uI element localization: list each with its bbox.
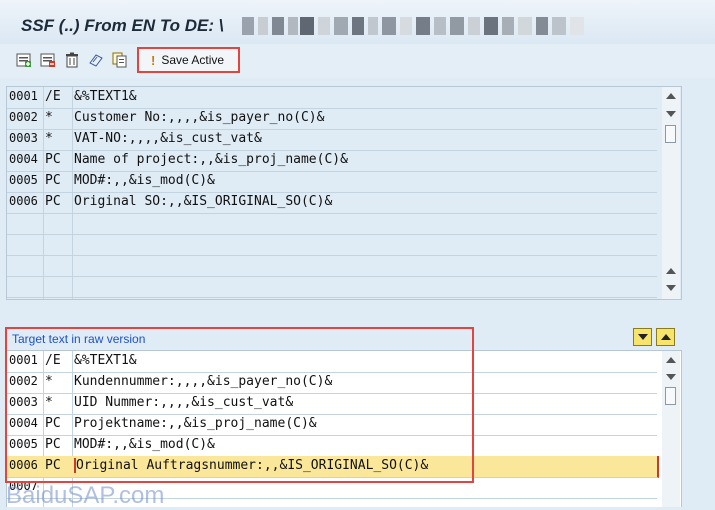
triangle-down-icon (638, 334, 648, 340)
table-row[interactable] (7, 213, 657, 235)
table-row[interactable] (7, 255, 657, 277)
table-row[interactable]: 0004 PC Name of project:,,&is_proj_name(C)… (7, 150, 657, 172)
table-row[interactable]: 0005 PC MOD#:,,&is_mod(C)& (7, 171, 657, 193)
save-active-label: Save Active (161, 53, 225, 67)
delete-line-icon[interactable] (40, 52, 56, 68)
line-number: 0002 (9, 110, 38, 124)
new-line-icon[interactable] (16, 52, 32, 68)
redaction-pixels (242, 17, 584, 35)
scroll-up-icon[interactable] (666, 93, 676, 99)
line-number: 0004 (9, 152, 38, 166)
source-scrollbar[interactable] (662, 87, 680, 299)
line-text[interactable]: &%TEXT1& (74, 89, 137, 104)
line-text[interactable]: MOD#:,,&is_mod(C)& (74, 173, 215, 188)
format-column: PC (45, 194, 61, 209)
trash-icon[interactable] (64, 52, 80, 68)
line-text[interactable]: Customer No:,,,,&is_payer_no(C)& (74, 110, 324, 125)
redacted-title-text (242, 17, 592, 35)
table-row[interactable] (7, 276, 657, 298)
line-number: 0005 (9, 173, 38, 187)
copy-icon[interactable] (112, 52, 128, 68)
format-column: /E (45, 89, 61, 104)
table-row[interactable] (7, 234, 657, 256)
line-number: 0003 (9, 131, 38, 145)
collapse-up-button[interactable] (656, 328, 675, 346)
window-title: SSF (..) From EN To DE: \ (21, 16, 224, 35)
scroll-down-icon[interactable] (666, 374, 676, 380)
table-row[interactable]: 0003 * VAT-NO:,,,,&is_cust_vat& (7, 129, 657, 151)
scroll-down-icon[interactable] (666, 111, 676, 117)
target-scrollbar[interactable] (662, 351, 680, 507)
triangle-up-icon (661, 334, 671, 340)
warning-icon: ! (151, 52, 156, 68)
format-column: * (45, 110, 53, 125)
scroll-thumb[interactable] (665, 387, 676, 405)
title-bar: SSF (..) From EN To DE: \ (0, 0, 715, 44)
toolbar (0, 44, 715, 78)
line-text[interactable]: Original SO:,,&IS_ORIGINAL_SO(C)& (74, 194, 332, 209)
collapse-down-button[interactable] (633, 328, 652, 346)
table-row[interactable]: 0002 * Customer No:,,,,&is_payer_no(C)& (7, 108, 657, 130)
scroll-up-icon[interactable] (666, 268, 676, 274)
table-row[interactable]: 0001/E &%TEXT1& (7, 87, 657, 109)
target-text-highlight (5, 327, 474, 483)
format-column: * (45, 131, 53, 146)
format-column: PC (45, 152, 61, 167)
line-number: 0006 (9, 194, 38, 208)
line-text[interactable]: Name of project:,,&is_proj_name(C)& (74, 152, 348, 167)
replace-icon[interactable] (88, 52, 104, 68)
line-number: 0001 (9, 89, 38, 103)
scroll-down-icon[interactable] (666, 285, 676, 291)
scroll-up-icon[interactable] (666, 357, 676, 363)
source-text-editor[interactable]: 0001/E &%TEXT1& 0002 * Customer No:,,,,&is_p… (6, 86, 682, 300)
table-row[interactable]: 0006 PC Original SO:,,&IS_ORIGINAL_SO(C)& (7, 192, 657, 214)
format-column: PC (45, 173, 61, 188)
save-active-button[interactable]: ! Save Active (137, 47, 240, 73)
scroll-thumb[interactable] (665, 125, 676, 143)
line-text[interactable]: VAT-NO:,,,,&is_cust_vat& (74, 131, 262, 146)
